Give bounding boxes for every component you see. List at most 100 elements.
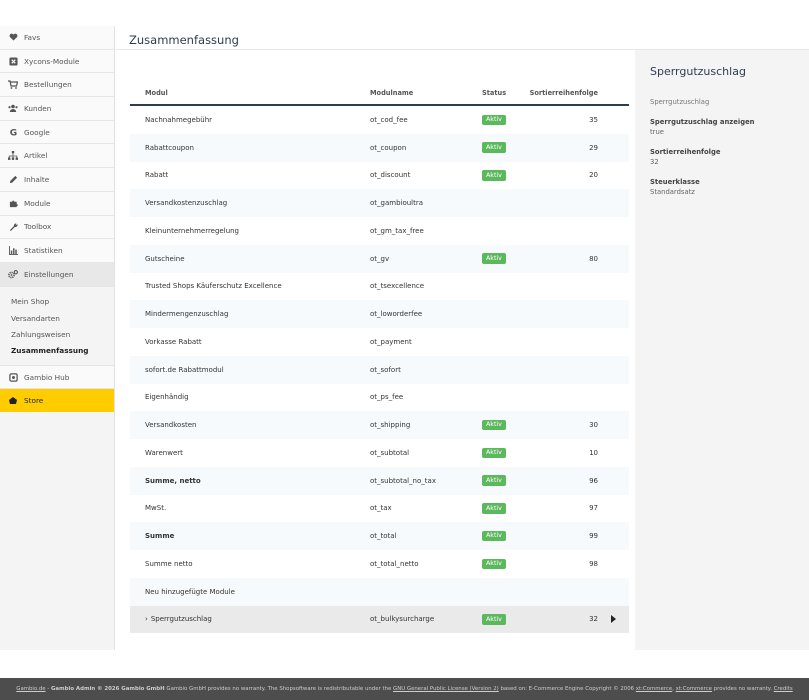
table-row[interactable]: Trusted Shops Käuferschutz Excellence ot_… [130, 273, 629, 301]
sidebar-item-toolbox[interactable]: Toolbox [0, 215, 114, 240]
cell-status: Aktiv [482, 447, 526, 459]
table-row[interactable]: Rabattcoupon ot_coupon Aktiv 29 [130, 133, 629, 162]
cell-status: Aktiv [482, 530, 526, 542]
table-row[interactable]: Summe netto ot_total_netto Aktiv 98 [130, 550, 629, 578]
cell-module: Eigenhändig [130, 393, 370, 401]
table-row[interactable]: Vorkasse Rabatt ot_payment [130, 328, 629, 356]
cell-sort-order: 30 [589, 421, 598, 430]
table-row[interactable]: Mindermengenzuschlag ot_loworderfee [130, 300, 629, 328]
pencil-icon [8, 174, 18, 184]
heart-icon [8, 32, 18, 42]
cell-modulname: ot_cod_fee [370, 115, 408, 124]
footer-xtc-link[interactable]: xt:Commerce [636, 686, 672, 692]
cell-status: Aktiv [482, 614, 526, 625]
sidebar-item-label: Store [24, 396, 44, 406]
submenu-item-zusammenfassung[interactable]: Zusammenfassung [11, 342, 114, 358]
table-row[interactable]: Nachnahmegebühr ot_cod_fee Aktiv 35 [130, 106, 629, 134]
cell-modulname: ot_tax [370, 504, 392, 513]
svg-text:G: G [9, 128, 16, 136]
page-title: Zusammenfassung [129, 33, 239, 47]
submenu-item-mein-shop[interactable]: Mein Shop [11, 294, 114, 310]
column-header-modulname[interactable]: Modulname [370, 89, 482, 97]
cell-module: Nachnahmegebühr [130, 116, 370, 124]
table-row[interactable]: Versandkosten ot_shipping Aktiv 30 [130, 411, 629, 439]
sidebar-item-favs[interactable]: Favs [0, 26, 114, 50]
cell-modulname: ot_gambioultra [370, 199, 424, 208]
table-row[interactable]: Summe ot_total Aktiv 99 [130, 522, 629, 550]
column-header-status[interactable]: Status [482, 89, 526, 97]
column-header-module[interactable]: Modul [130, 89, 370, 97]
status-badge: Aktiv [482, 114, 506, 126]
footer-text: Gambio GmbH provides no warranty. The Sh… [166, 686, 392, 692]
users-icon [8, 103, 18, 113]
table-row[interactable]: Rabatt ot_discount Aktiv 20 [130, 162, 629, 190]
sidebar-item-label: Bestellungen [24, 80, 72, 90]
sidebar-item-store[interactable]: Store [0, 389, 114, 413]
cell-module-text: Versandkosten [145, 421, 197, 430]
cell-module-text: Neu hinzugefügte Module [145, 587, 235, 596]
sidebar-item-google[interactable]: G Google [0, 120, 114, 145]
cell-status: Aktiv [482, 475, 526, 486]
status-badge: Aktiv [482, 447, 506, 459]
cell-modulname: ot_ps_fee [370, 393, 404, 402]
module-detail-panel: Sperrgutzuschlag Sperrgutzuschlag Sperrg… [635, 50, 809, 650]
footer-brand-link[interactable]: Gambio.de [16, 686, 45, 692]
play-arrow-icon[interactable] [611, 615, 616, 624]
panel-field-value: true [650, 128, 664, 136]
cell-module-text: MwSt. [145, 504, 167, 513]
status-badge: Aktiv [482, 170, 506, 181]
cell-status: Aktiv [482, 170, 526, 181]
cell-module: Warenwert [130, 449, 370, 457]
chevron-right-icon: › [145, 615, 148, 624]
table-row[interactable]: Eigenhändig ot_ps_fee [130, 384, 629, 412]
footer-xtc-link[interactable]: xt:Commerce [676, 686, 712, 692]
sidebar-item-module[interactable]: Module [0, 191, 114, 216]
cell-module-text: Summe, netto [145, 476, 201, 485]
cell-modulname: ot_sofort [370, 365, 401, 374]
cell-sort-order: 96 [589, 476, 598, 485]
cell-module-text: Trusted Shops Käuferschutz Excellence [145, 282, 282, 291]
submenu-item-zahlungsweisen[interactable]: Zahlungsweisen [11, 326, 114, 342]
sidebar-item-kunden[interactable]: Kunden [0, 97, 114, 121]
cell-module: Versandkostenzuschlag [130, 199, 370, 207]
cell-module-text: Vorkasse Rabatt [145, 337, 202, 346]
cell-modulname: ot_subtotal [370, 448, 410, 457]
table-row[interactable]: › Sperrgutzuschlag ot_bulkysurcharge Aktiv 3… [130, 605, 629, 634]
settings-submenu: Mein Shop Versandarten Zahlungsweisen Zusam… [0, 286, 114, 366]
footer: Gambio.de - Gambio Admin © 2026 Gambio G… [0, 678, 809, 700]
sidebar-item-xycons-module[interactable]: Xycons-Module [0, 49, 114, 74]
panel-subtitle: Sperrgutzuschlag [650, 98, 710, 106]
table-row[interactable]: Summe, netto ot_subtotal_no_tax Aktiv 96 [130, 466, 629, 495]
sidebar-item-einstellungen[interactable]: Einstellungen [0, 262, 114, 287]
cell-sort-order: 32 [589, 615, 598, 624]
cell-module-text: sofort.de Rabattmodul [145, 365, 224, 374]
table-row[interactable]: sofort.de Rabattmodul ot_sofort [130, 355, 629, 384]
column-header-sort[interactable]: Sortierreihenfolge [526, 89, 598, 97]
cell-module-text: Summe netto [145, 559, 193, 568]
table-row[interactable]: Warenwert ot_subtotal Aktiv 10 [130, 439, 629, 467]
footer-license-link[interactable]: GNU General Public License (Version 2) [393, 686, 499, 692]
sidebar-item-bestellungen[interactable]: Bestellungen [0, 73, 114, 98]
sidebar-item-gambio-hub[interactable]: Gambio Hub [0, 365, 114, 390]
bar-chart-icon [8, 246, 18, 256]
submenu-item-versandarten[interactable]: Versandarten [11, 310, 114, 326]
table-row[interactable]: Gutscheine ot_gv Aktiv 80 [130, 244, 629, 273]
cell-module-text: Gutscheine [145, 254, 185, 263]
cell-module-text: Rabatt [145, 171, 169, 180]
table-row[interactable]: Kleinunternehmerregelung ot_gm_tax_free [130, 217, 629, 245]
cell-module-text: Mindermengenzuschlag [145, 310, 229, 319]
table-row[interactable]: Neu hinzugefügte Module [130, 577, 629, 606]
panel-field-value: Standardsatz [650, 188, 695, 196]
cell-module: sofort.de Rabattmodul [130, 366, 370, 374]
footer-credits-link[interactable]: Credits [774, 686, 793, 692]
sidebar-item-label: Gambio Hub [24, 372, 70, 382]
cell-modulname: ot_gm_tax_free [370, 226, 424, 235]
sidebar-item-inhalte[interactable]: Inhalte [0, 168, 114, 192]
sidebar-item-artikel[interactable]: Artikel [0, 144, 114, 169]
table-row[interactable]: Versandkostenzuschlag ot_gambioultra [130, 189, 629, 217]
cell-module-text: Nachnahmegebühr [145, 115, 213, 124]
table-row[interactable]: MwSt. ot_tax Aktiv 97 [130, 495, 629, 523]
cell-modulname: ot_total_netto [370, 559, 419, 568]
cell-module-text: Summe [145, 532, 175, 541]
sidebar-item-statistiken[interactable]: Statistiken [0, 239, 114, 263]
